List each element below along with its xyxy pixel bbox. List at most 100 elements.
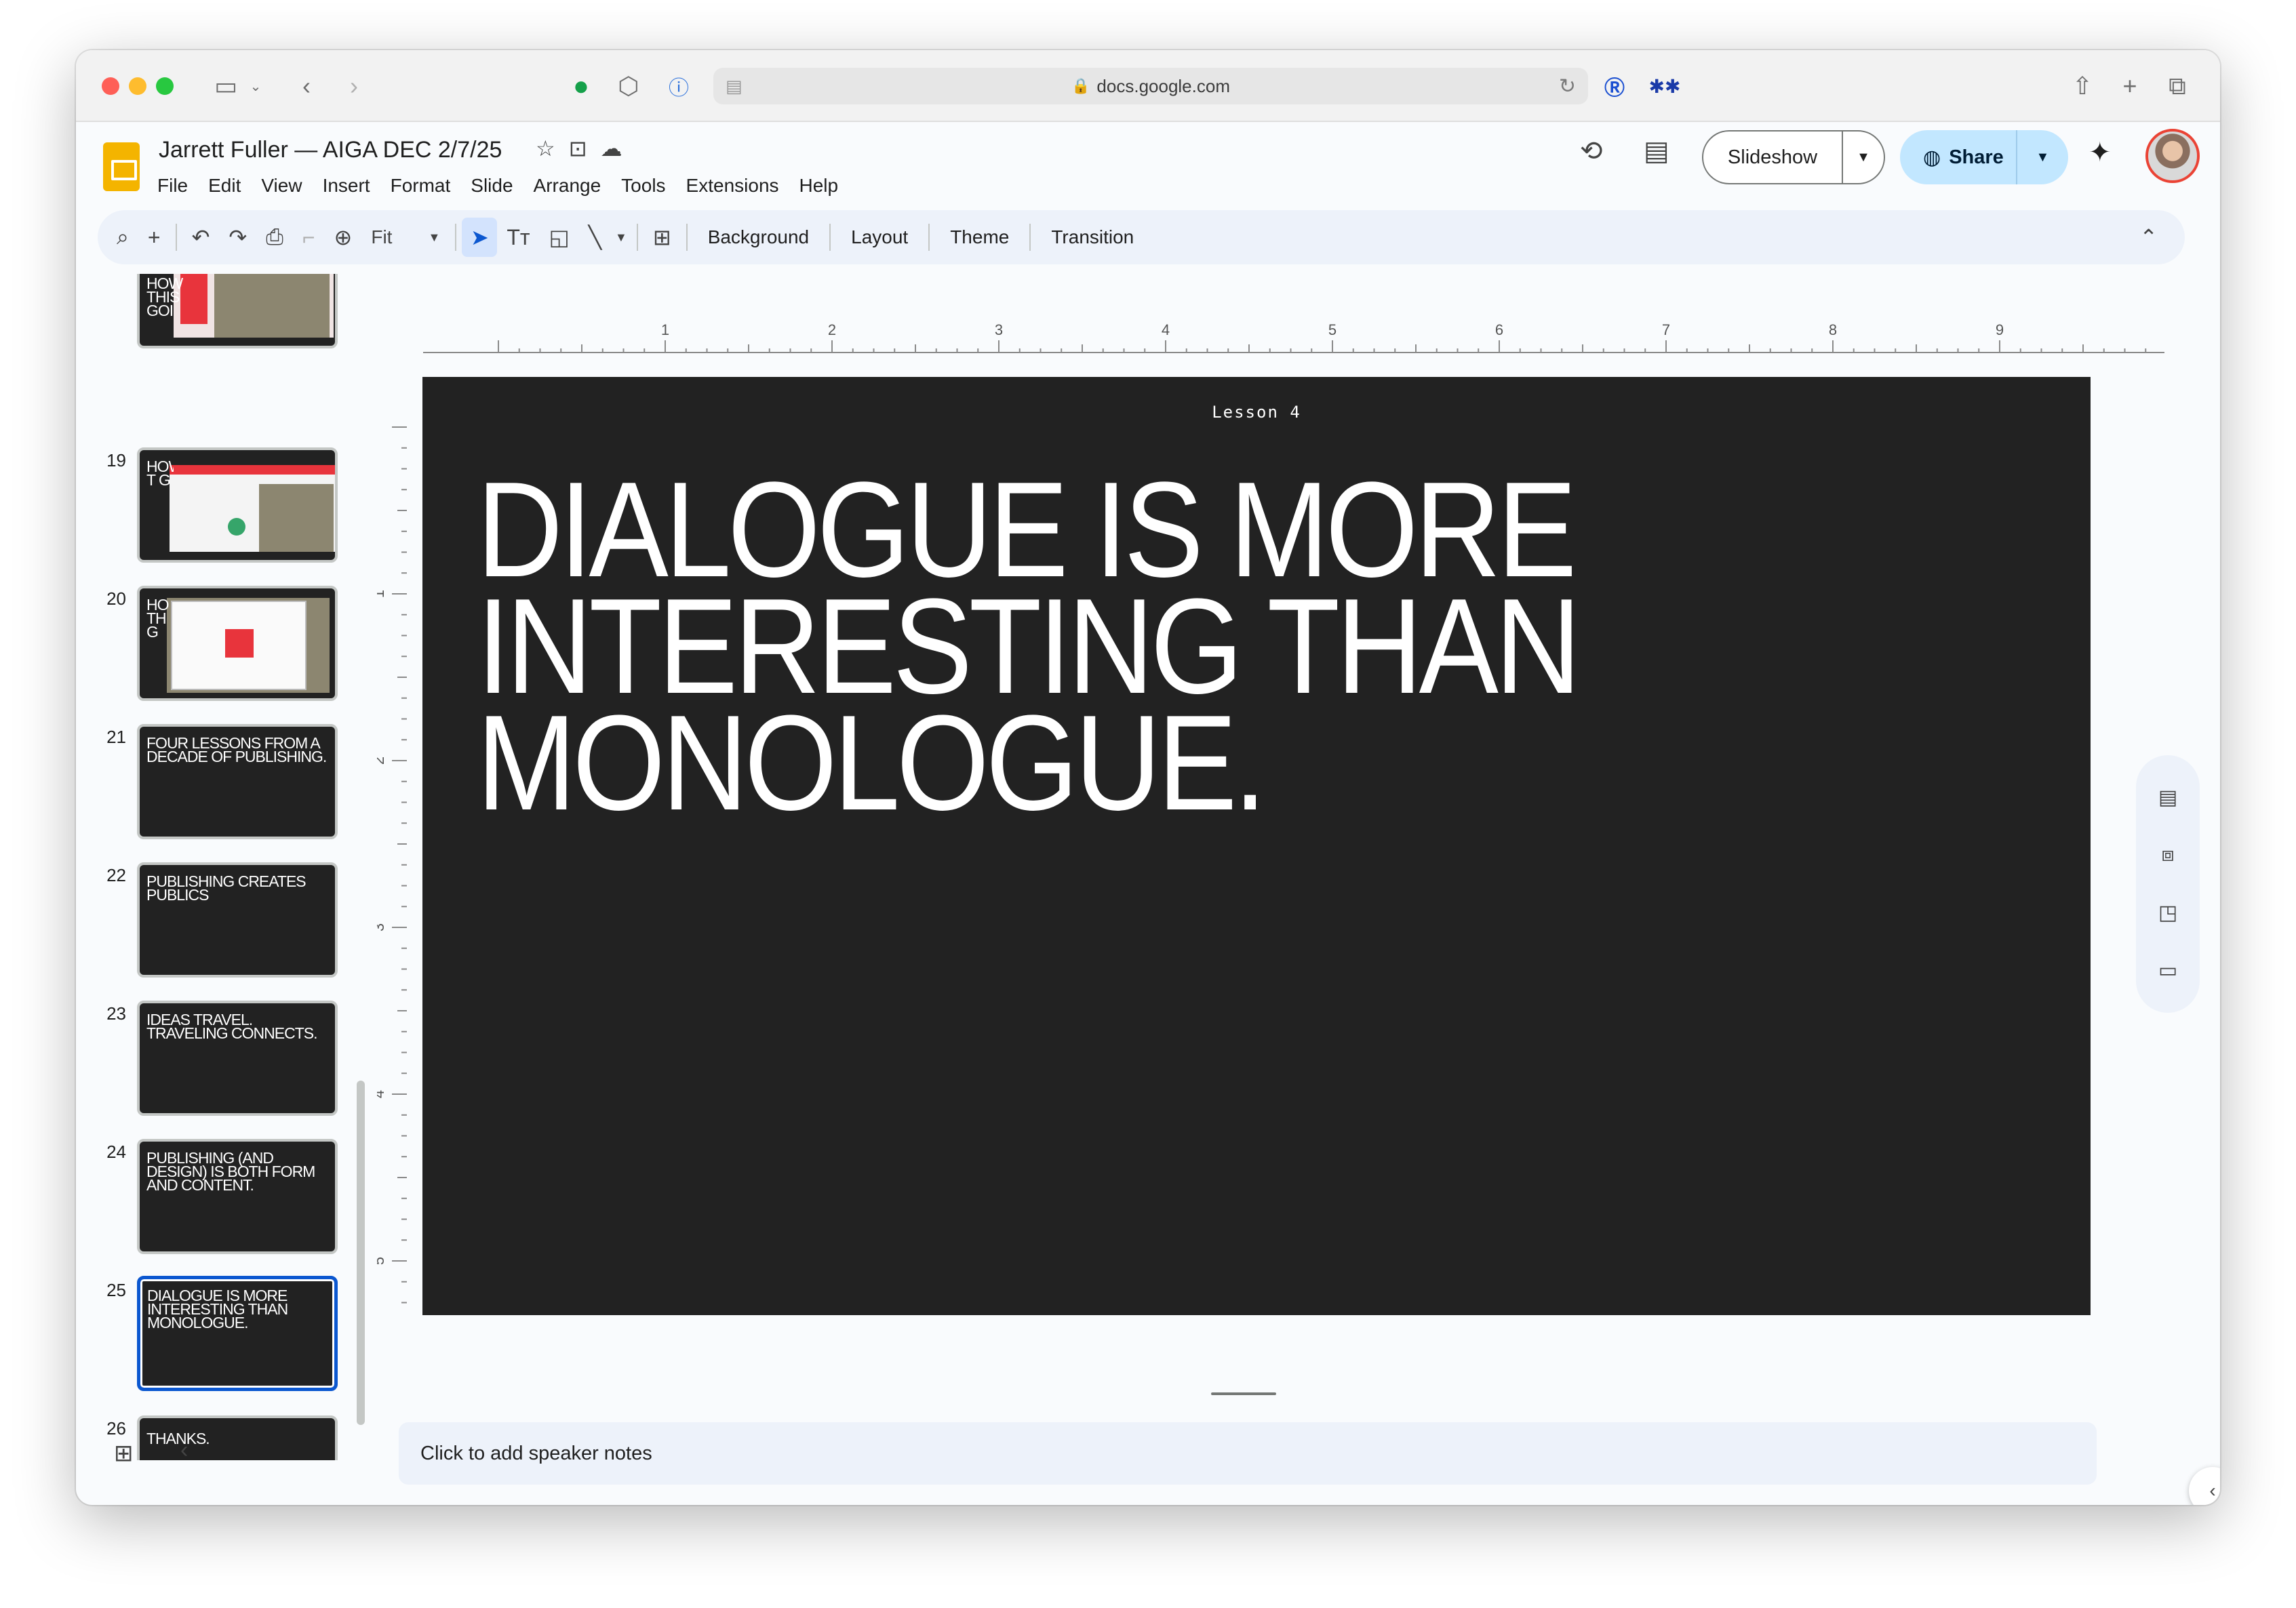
slide-thumbnail[interactable]: THANKS. [137, 1415, 338, 1460]
menu-tools[interactable]: Tools [621, 175, 665, 197]
line-icon[interactable]: ╲ [579, 210, 611, 264]
contacts-icon[interactable]: ◳ [2158, 901, 2177, 925]
move-folder-icon[interactable]: ⊡ [569, 136, 587, 161]
menu-extensions[interactable]: Extensions [686, 175, 779, 197]
lock-icon: 🔒 [1071, 77, 1090, 94]
redo-icon[interactable]: ↷ [219, 210, 256, 264]
theme-button[interactable]: Theme [935, 210, 1024, 264]
search-menus-icon[interactable]: ⌕ [98, 210, 138, 264]
thumbnail-text: FOUR LESSONS FROM A DECADE OF PUBLISHING… [146, 734, 327, 765]
calendar-icon[interactable]: ▤ [2158, 786, 2177, 809]
browser-window: ▭ ⌄ ‹ › ● ⬡ ⓘ ▤ 🔒 docs.google.com ↻ Ⓡ ✱✱… [76, 50, 2220, 1505]
menu-help[interactable]: Help [799, 175, 839, 197]
slide-thumbnail[interactable]: IDEAS TRAVEL. TRAVELING CONNECTS. [137, 1001, 338, 1116]
sidebar-toggle-icon[interactable]: ▭ [209, 66, 243, 106]
paint-format-icon[interactable]: ⌐ [293, 210, 325, 264]
shape-icon[interactable]: ◱ [540, 210, 579, 264]
thumbnail-text: HOW THIS GOI [146, 277, 183, 317]
show-side-panel-icon[interactable]: ‹ [2189, 1467, 2220, 1505]
cloud-status-icon[interactable]: ☁ [601, 136, 622, 161]
comments-icon[interactable]: ▤ [1644, 136, 1669, 167]
slide-number: 20 [106, 588, 126, 609]
slide-filmstrip[interactable]: HOW THIS GOI 19 HOW T G 20 HO TH G 21 FO… [76, 274, 368, 1460]
slide-thumbnail[interactable]: PUBLISHING CREATES PUBLICS [137, 862, 338, 978]
back-icon[interactable]: ‹ [293, 66, 320, 106]
slide-thumbnail[interactable]: FOUR LESSONS FROM A DECADE OF PUBLISHING… [137, 724, 338, 839]
select-tool-icon[interactable]: ➤ [462, 218, 498, 257]
horizontal-ruler[interactable]: 1 2 3 4 5 6 7 8 9 [423, 323, 2164, 354]
slide-thumbnail[interactable]: HOW T G [137, 447, 338, 563]
r-extension-icon[interactable]: Ⓡ [1598, 66, 1631, 106]
slide-thumbnail[interactable]: HO TH G [137, 586, 338, 701]
slide-thumbnail-selected[interactable]: DIALOGUE IS MORE INTERESTING THAN MONOLO… [137, 1276, 338, 1391]
vertical-ruler[interactable]: 1 2 3 4 5 [377, 374, 408, 1310]
thumbnail-image [170, 465, 335, 475]
version-history-icon[interactable]: ⟲ [1580, 136, 1603, 167]
text-box-icon[interactable]: Tт [497, 210, 539, 264]
notes-resize-handle[interactable] [1211, 1392, 1276, 1395]
slides-logo-icon[interactable] [103, 142, 140, 191]
print-icon[interactable]: ⎙ [256, 210, 293, 264]
toolbar-divider [455, 224, 457, 251]
add-comment-icon[interactable]: ⊞ [644, 210, 681, 264]
line-dropdown-icon[interactable]: ▼ [611, 210, 631, 264]
collapse-toolbar-icon[interactable]: ⌃ [2130, 210, 2185, 264]
slide-thumbnail[interactable]: HOW THIS GOI [137, 274, 338, 348]
menu-edit[interactable]: Edit [208, 175, 241, 197]
avatar[interactable] [2145, 129, 2200, 183]
slide-thumbnail[interactable]: PUBLISHING (AND DESIGN) IS BOTH FORM AND… [137, 1139, 338, 1254]
keep-icon[interactable]: ⧈ [2161, 843, 2174, 866]
grammarly-extension-icon[interactable]: ● [564, 66, 598, 106]
thumbnail-image [228, 518, 245, 536]
tab-overview-icon[interactable]: ⧉ [2160, 66, 2194, 106]
star-icon[interactable]: ☆ [536, 136, 555, 161]
share-button[interactable]: ◍ Share ▼ [1900, 130, 2068, 184]
share-sheet-icon[interactable]: ⇧ [2065, 66, 2099, 106]
new-tab-icon[interactable]: + [2113, 66, 2147, 106]
gemini-spark-icon[interactable]: ✦ [2089, 137, 2112, 168]
menu-slide[interactable]: Slide [471, 175, 513, 197]
ruler-label: 8 [1829, 323, 1837, 338]
menu-format[interactable]: Format [391, 175, 451, 197]
zoom-icon[interactable]: ⊕ [325, 210, 362, 264]
slideshow-button[interactable]: Slideshow ▼ [1702, 130, 1885, 184]
share-dropdown-icon[interactable]: ▼ [2017, 150, 2068, 165]
slideshow-dropdown-icon[interactable]: ▼ [1843, 150, 1884, 165]
collapse-filmstrip-icon[interactable]: ‹ [180, 1437, 188, 1464]
folder-icon[interactable]: ▭ [2158, 959, 2177, 982]
menu-file[interactable]: File [157, 175, 188, 197]
zoom-select[interactable]: Fit ▼ [361, 210, 450, 264]
title-actions: ☆ ⊡ ☁ [536, 136, 622, 161]
slide-headline[interactable]: DIALOGUE IS MORE INTERESTING THAN MONOLO… [477, 462, 1789, 831]
zoom-window-button[interactable] [156, 77, 174, 95]
menu-view[interactable]: View [261, 175, 302, 197]
slide-canvas[interactable]: Lesson 4 DIALOGUE IS MORE INTERESTING TH… [422, 377, 2091, 1315]
reload-icon[interactable]: ↻ [1559, 75, 1576, 98]
reader-icon[interactable]: ▤ [726, 76, 743, 97]
filmstrip-scrollbar[interactable] [357, 1081, 365, 1425]
slide-number: 22 [106, 865, 126, 885]
slide-kicker-text[interactable]: Lesson 4 [422, 403, 2091, 422]
forward-icon[interactable]: › [340, 66, 368, 106]
minimize-window-button[interactable] [129, 77, 146, 95]
asterisk-extension-icon[interactable]: ✱✱ [1648, 66, 1682, 106]
undo-icon[interactable]: ↶ [182, 210, 220, 264]
address-bar[interactable]: ▤ 🔒 docs.google.com ↻ [713, 68, 1588, 104]
close-window-button[interactable] [102, 77, 119, 95]
menu-arrange[interactable]: Arrange [534, 175, 601, 197]
chevron-down-icon[interactable]: ⌄ [245, 66, 266, 106]
thumbnail-text: PUBLISHING (AND DESIGN) IS BOTH FORM AND… [146, 1149, 315, 1194]
cube-extension-icon[interactable]: ⬡ [612, 66, 646, 106]
menu-insert[interactable]: Insert [323, 175, 370, 197]
ruler-label: 3 [377, 923, 387, 931]
document-title[interactable]: Jarrett Fuller — AIGA DEC 2/7/25 [159, 137, 502, 163]
password-extension-icon[interactable]: ⓘ [662, 66, 696, 106]
background-button[interactable]: Background [693, 210, 824, 264]
grid-view-icon[interactable]: ⊞ [114, 1440, 134, 1467]
layout-button[interactable]: Layout [836, 210, 923, 264]
side-panel: ▤ ⧈ ◳ ▭ [2136, 755, 2200, 1013]
transition-button[interactable]: Transition [1036, 210, 1149, 264]
ruler-label: 4 [377, 1090, 387, 1098]
speaker-notes-field[interactable]: Click to add speaker notes [399, 1422, 2097, 1485]
new-slide-icon[interactable]: + [138, 210, 170, 264]
